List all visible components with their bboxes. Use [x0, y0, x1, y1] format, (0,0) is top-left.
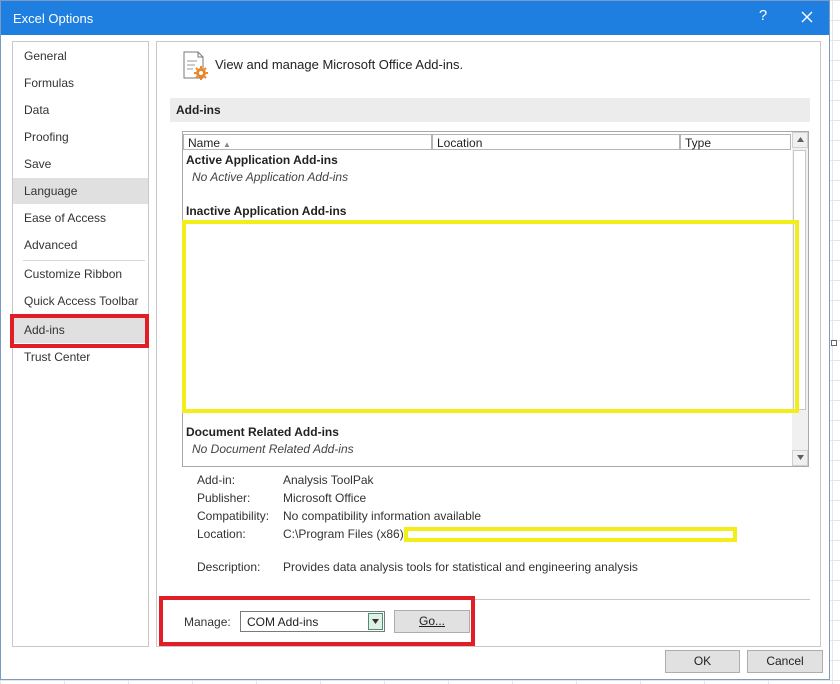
panel-description: View and manage Microsoft Office Add-ins… — [215, 57, 464, 72]
section-title-addins: Add-ins — [170, 98, 810, 122]
addin-value: Analysis ToolPak — [283, 473, 374, 487]
location-label: Location: — [197, 527, 246, 541]
close-icon — [801, 11, 813, 23]
column-header-name[interactable]: Name ▲ — [183, 134, 432, 150]
nav-item-language[interactable]: Language — [13, 178, 148, 204]
resize-handle[interactable] — [831, 340, 837, 346]
nav-item-ease-of-access[interactable]: Ease of Access — [13, 205, 148, 231]
cancel-button[interactable]: Cancel — [747, 650, 823, 673]
group-inactive-addins: Inactive Application Add-ins — [186, 204, 347, 218]
nav-item-data[interactable]: Data — [13, 97, 148, 123]
chevron-down-icon — [796, 455, 804, 460]
scroll-down-button[interactable] — [792, 450, 808, 466]
manage-controls-highlight — [159, 596, 475, 646]
addins-nav-highlight — [10, 314, 149, 348]
chevron-up-icon — [796, 137, 804, 142]
scroll-up-button[interactable] — [792, 132, 808, 148]
location-value: C:\Program Files (x86)\ — [283, 527, 408, 541]
group-active-addins: Active Application Add-ins — [186, 153, 338, 167]
sort-ascending-icon: ▲ — [223, 140, 231, 149]
publisher-label: Publisher: — [197, 491, 251, 505]
title-bar: Excel Options ? — [1, 1, 829, 35]
document-addins-empty: No Document Related Add-ins — [192, 442, 354, 456]
description-label: Description: — [197, 560, 261, 574]
close-button[interactable] — [795, 5, 819, 29]
nav-item-proofing[interactable]: Proofing — [13, 124, 148, 150]
column-header-type[interactable]: Type — [680, 134, 791, 150]
location-path-highlight — [404, 527, 737, 542]
nav-item-customize-ribbon[interactable]: Customize Ribbon — [13, 261, 148, 287]
addins-gear-icon — [181, 50, 211, 82]
column-header-location[interactable]: Location — [432, 134, 680, 150]
nav-item-save[interactable]: Save — [13, 151, 148, 177]
help-button[interactable]: ? — [753, 7, 773, 24]
addin-label: Add-in: — [197, 473, 236, 487]
nav-item-advanced[interactable]: Advanced — [13, 232, 148, 258]
compatibility-label: Compatibility: — [197, 509, 270, 523]
window-title: Excel Options — [13, 11, 94, 26]
excel-options-dialog: Excel Options ? General Formulas Data Pr… — [0, 0, 830, 680]
nav-item-formulas[interactable]: Formulas — [13, 70, 148, 96]
column-header-name-label: Name — [188, 136, 221, 150]
nav-item-quick-access-toolbar[interactable]: Quick Access Toolbar — [13, 288, 148, 314]
nav-item-general[interactable]: General — [13, 43, 148, 69]
publisher-value: Microsoft Office — [283, 491, 367, 505]
ok-button[interactable]: OK — [665, 650, 740, 673]
inactive-addins-highlight — [182, 220, 799, 413]
group-document-addins: Document Related Add-ins — [186, 425, 339, 439]
compatibility-value: No compatibility information available — [283, 509, 482, 523]
description-value: Provides data analysis tools for statist… — [283, 560, 638, 574]
active-addins-empty: No Active Application Add-ins — [192, 170, 349, 184]
